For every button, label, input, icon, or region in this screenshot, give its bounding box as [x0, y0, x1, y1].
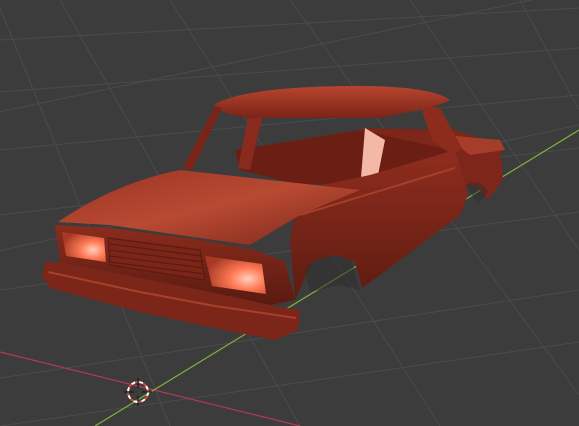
viewport-scene[interactable] — [0, 0, 579, 426]
a-pillar — [183, 106, 222, 170]
3d-cursor-icon[interactable] — [124, 378, 152, 406]
roof — [215, 86, 450, 118]
3d-viewport[interactable] — [0, 0, 579, 426]
